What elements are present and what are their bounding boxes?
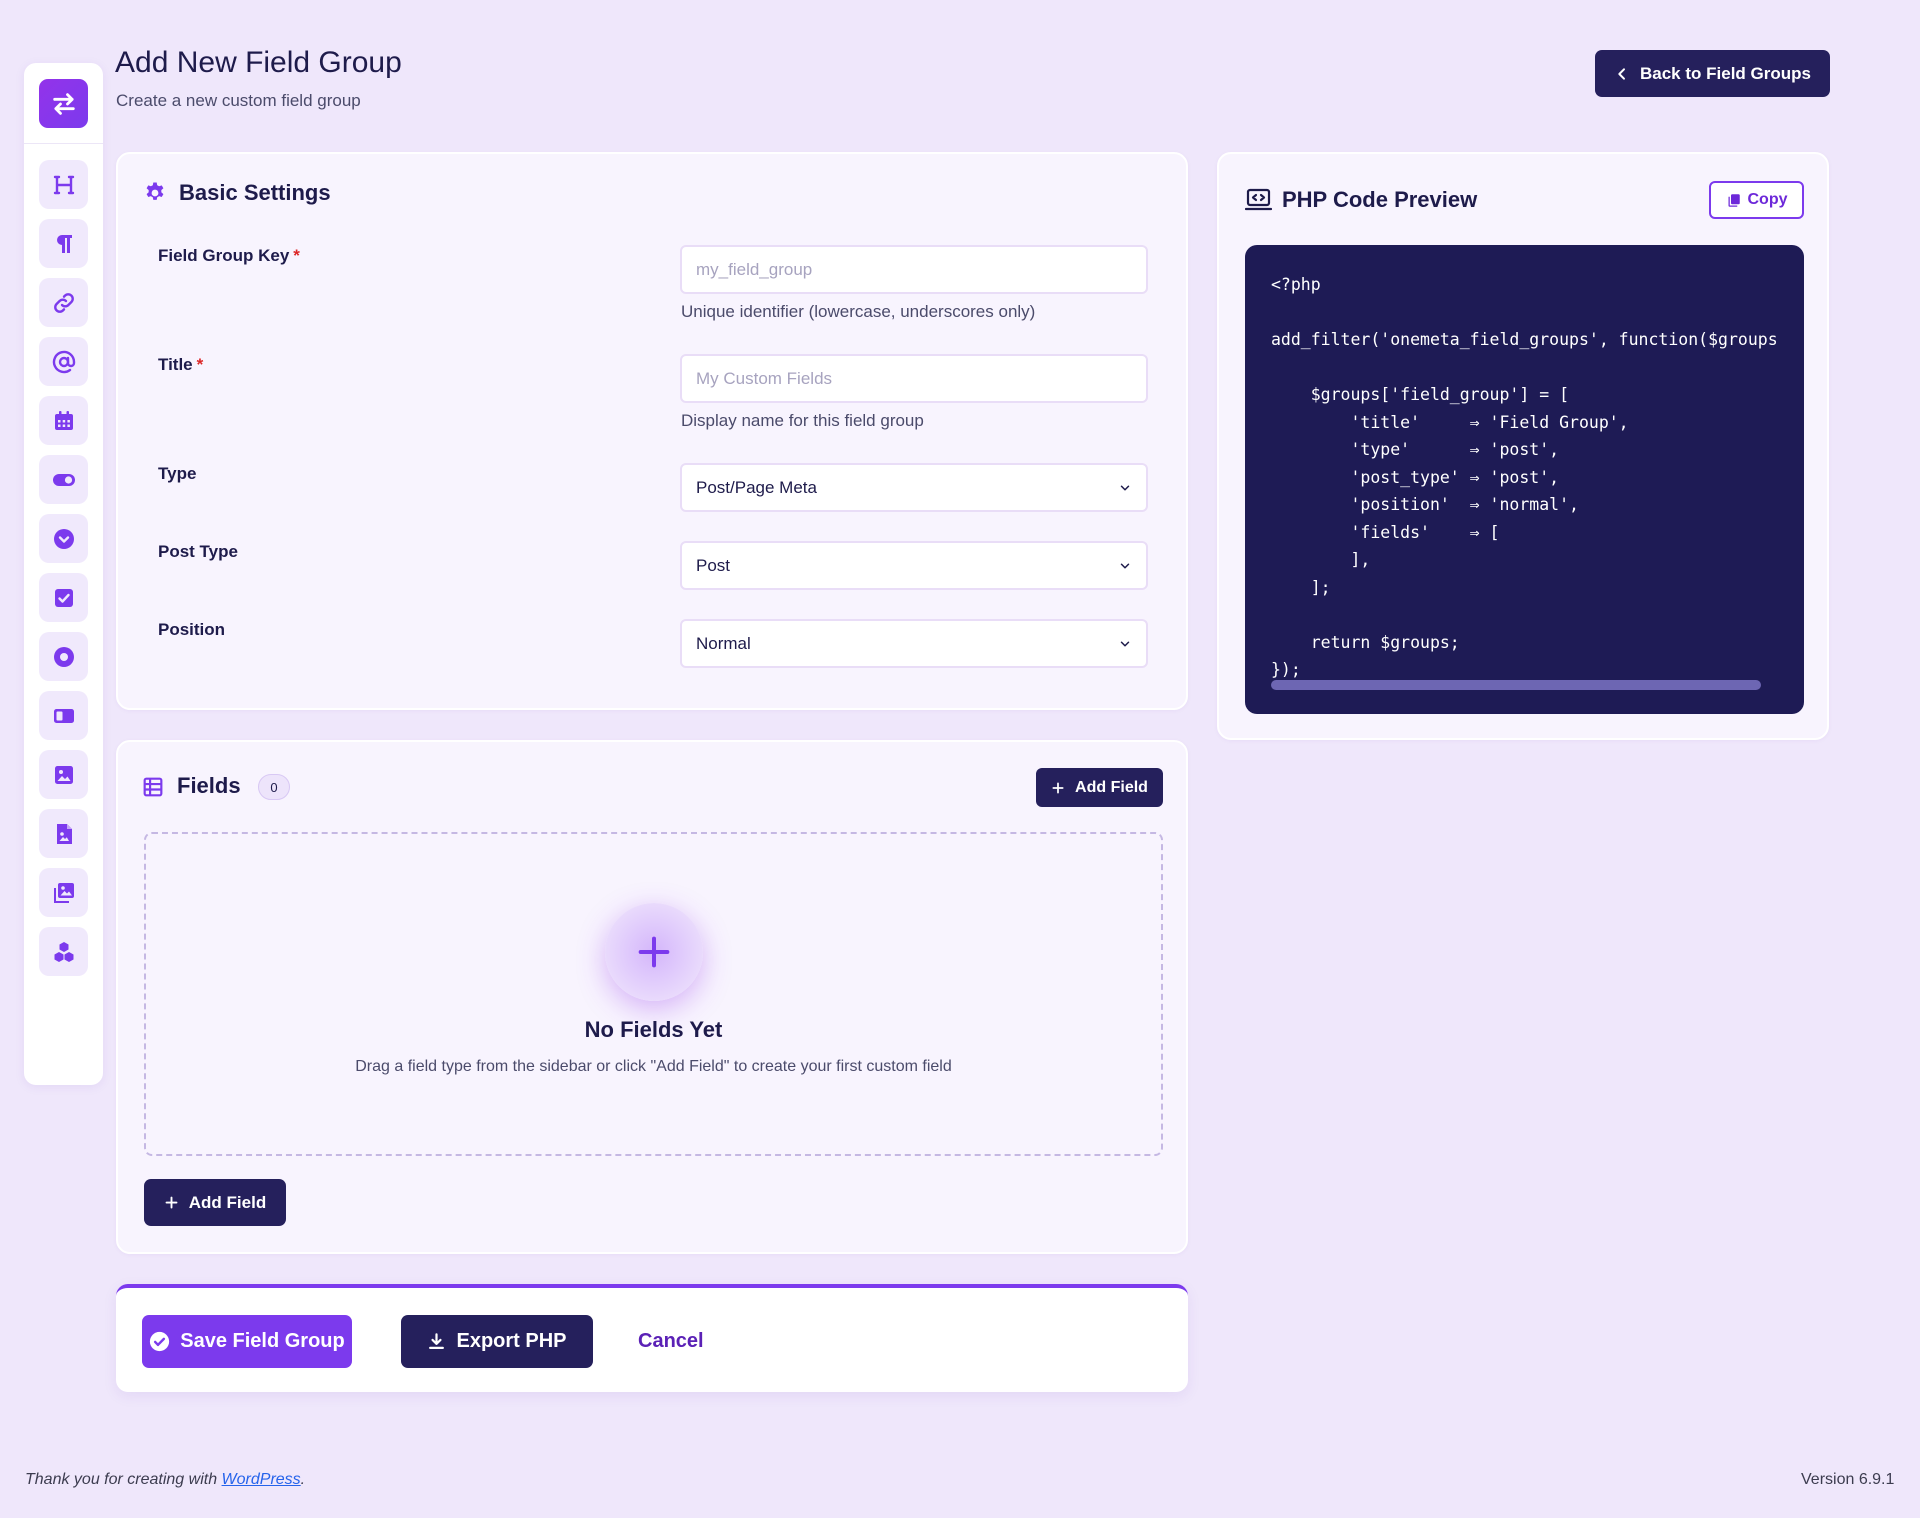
sidebar-item-button-group[interactable] (39, 691, 88, 740)
sidebar-item-checkbox[interactable] (39, 573, 88, 622)
toggle-icon (52, 473, 75, 486)
position-select[interactable]: Normal (680, 619, 1148, 668)
footer-version: Version 6.9.1 (1801, 1471, 1895, 1488)
sidebar-item-date[interactable] (39, 396, 88, 445)
sidebar-item-radio[interactable] (39, 632, 88, 681)
php-code: <?php add_filter('onemeta_field_groups',… (1271, 275, 1780, 679)
title-label: Title * (158, 355, 204, 374)
post-type-select-value: Post (696, 555, 731, 575)
add-field-label: Add Field (188, 1192, 267, 1212)
download-icon (429, 1333, 445, 1349)
at-sign-icon (52, 350, 75, 373)
plus-icon (638, 936, 670, 968)
copy-button[interactable]: Copy (1709, 181, 1804, 219)
position-label: Position (158, 620, 226, 639)
wordpress-link[interactable]: WordPress (222, 1471, 301, 1488)
table-icon (143, 777, 163, 797)
plus-icon (1052, 781, 1064, 794)
title-input[interactable] (680, 354, 1148, 403)
swap-arrows-icon[interactable] (39, 79, 88, 128)
sidebar-item-select[interactable] (39, 514, 88, 563)
paragraph-icon (56, 234, 72, 253)
page: Add New Field Group Create a new custom … (0, 0, 1920, 1518)
cubes-icon (54, 941, 73, 962)
post-type-select[interactable]: Post (680, 541, 1148, 590)
add-field-label: Add Field (1075, 778, 1148, 796)
export-php-button[interactable]: Export PHP (401, 1315, 593, 1368)
sidebar-item-email[interactable] (39, 337, 88, 386)
post-type-label: Post Type (158, 542, 238, 561)
required-asterisk: * (293, 246, 300, 265)
page-title: Add New Field Group (115, 46, 402, 79)
export-label: Export PHP (456, 1330, 567, 1352)
type-label: Type (158, 464, 197, 483)
field-group-key-label: Field Group Key * (158, 246, 300, 265)
calendar-icon (54, 410, 73, 430)
back-button-label: Back to Field Groups (1640, 63, 1811, 83)
type-select-value: Post/Page Meta (696, 477, 817, 497)
code-block: <?php add_filter('onemeta_field_groups',… (1245, 245, 1804, 714)
sidebar-item-link[interactable] (39, 278, 88, 327)
plus-icon (165, 1196, 178, 1209)
chevron-circle-icon (53, 528, 74, 549)
chevron-left-icon (1618, 67, 1625, 80)
link-icon (53, 292, 74, 313)
position-select-value: Normal (696, 633, 751, 653)
back-to-field-groups-button[interactable]: Back to Field Groups (1595, 50, 1830, 97)
radio-icon (53, 646, 74, 667)
basic-settings-card: Basic Settings Field Group Key* Unique i… (116, 152, 1188, 710)
sidebar-divider (24, 143, 103, 144)
checkbox-icon (54, 588, 73, 607)
save-label: Save Field Group (180, 1330, 345, 1352)
copy-button-label: Copy (1747, 191, 1788, 208)
sidebar-item-repeater[interactable] (39, 927, 88, 976)
field-group-key-help: Unique identifier (lowercase, underscore… (681, 302, 1036, 321)
copy-icon (1728, 193, 1740, 207)
chevron-down-icon (1120, 640, 1130, 647)
cancel-link[interactable]: Cancel (638, 1330, 704, 1353)
fields-dropzone[interactable]: No Fields Yet Drag a field type from the… (144, 832, 1163, 1156)
sidebar-item-image[interactable] (39, 750, 88, 799)
sidebar-item-gallery[interactable] (39, 868, 88, 917)
image-icon (54, 765, 73, 784)
type-select[interactable]: Post/Page Meta (680, 463, 1148, 512)
code-horizontal-scrollbar[interactable] (1271, 680, 1761, 690)
php-code-preview-card: PHP Code Preview Copy <?php add_filter('… (1217, 152, 1829, 740)
php-code-preview-title: PHP Code Preview (1282, 187, 1478, 212)
footer-thanks: Thank you for creating with WordPress. (25, 1471, 306, 1488)
title-help: Display name for this field group (681, 411, 924, 430)
basic-settings-title: Basic Settings (179, 180, 331, 205)
chevron-down-icon (1120, 562, 1130, 569)
button-group-icon (53, 708, 74, 723)
sidebar-item-heading[interactable] (39, 160, 88, 209)
sidebar-item-toggle[interactable] (39, 455, 88, 504)
empty-state-title: No Fields Yet (584, 1017, 723, 1042)
field-type-sidebar (24, 63, 103, 1085)
gallery-icon (53, 882, 74, 903)
gear-icon (146, 182, 164, 200)
add-field-button-header[interactable]: Add Field (1036, 768, 1163, 807)
empty-state-text: Drag a field type from the sidebar or cl… (355, 1058, 952, 1075)
fields-card: Fields 0 Add Field No Fields Yet Drag a … (116, 740, 1188, 1254)
heading-icon (53, 175, 74, 194)
fields-count-badge: 0 (258, 774, 290, 800)
page-subtitle: Create a new custom field group (116, 91, 361, 110)
sidebar-item-file[interactable] (39, 809, 88, 858)
add-field-button[interactable]: Add Field (144, 1179, 286, 1226)
fields-title: Fields (177, 773, 241, 798)
check-circle-icon (150, 1331, 170, 1352)
required-asterisk: * (196, 355, 204, 374)
field-group-key-input[interactable] (680, 245, 1148, 294)
empty-state-plus (605, 903, 703, 1001)
file-icon (56, 823, 72, 844)
code-laptop-icon (1245, 188, 1272, 211)
sidebar-item-paragraph[interactable] (39, 219, 88, 268)
action-bar: Save Field Group Export PHP Cancel (116, 1284, 1188, 1392)
save-field-group-button[interactable]: Save Field Group (142, 1315, 352, 1368)
chevron-down-icon (1120, 484, 1130, 491)
